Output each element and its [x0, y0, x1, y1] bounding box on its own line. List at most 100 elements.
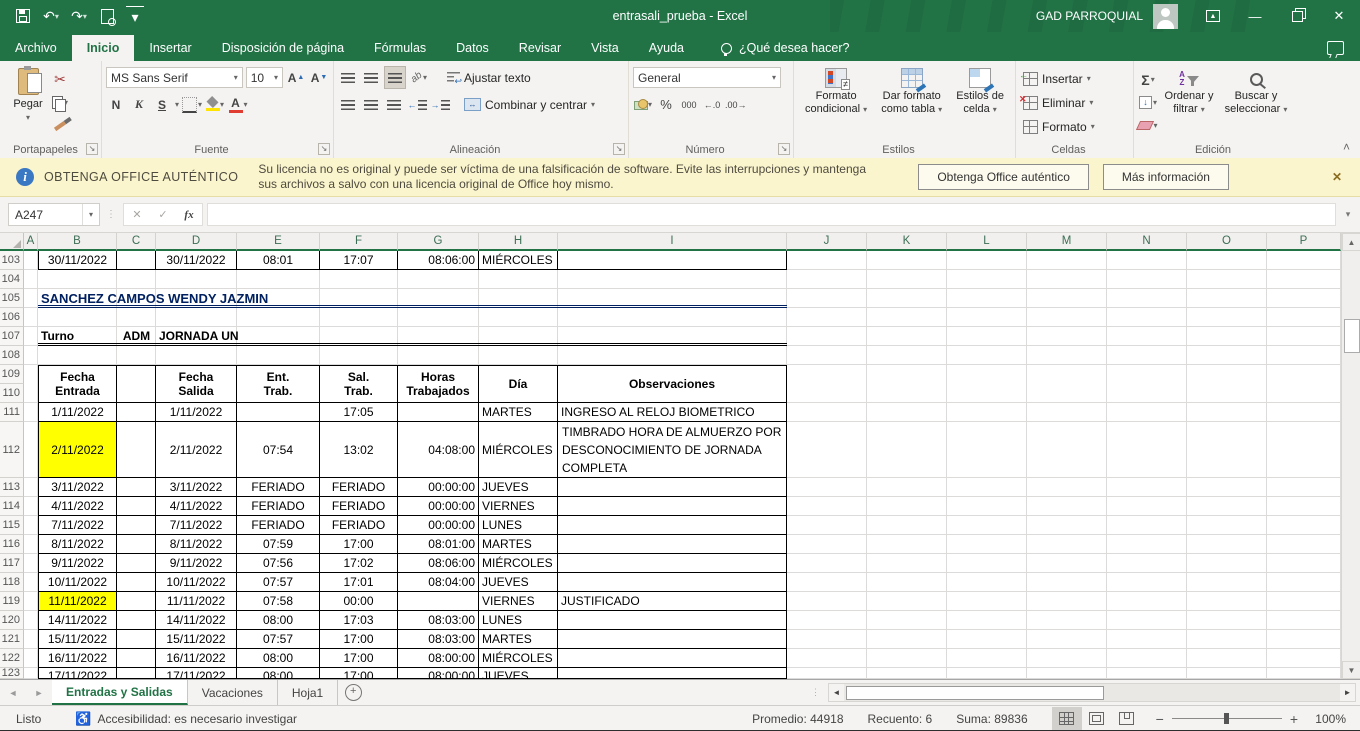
cell-D116[interactable]: 8/11/2022 — [156, 535, 237, 554]
row-header-117[interactable]: 117 — [0, 554, 24, 573]
align-left-button[interactable] — [338, 94, 358, 115]
cell-I114[interactable] — [558, 497, 787, 516]
cell-L103[interactable] — [947, 251, 1027, 270]
cell-F109[interactable]: Sal. Trab. — [320, 365, 398, 403]
cell-K122[interactable] — [867, 649, 947, 668]
cell-B117[interactable]: 9/11/2022 — [38, 554, 117, 573]
cell-I103[interactable] — [558, 251, 787, 270]
account-name[interactable]: GAD PARROQUIAL — [1036, 9, 1143, 23]
cell-L115[interactable] — [947, 516, 1027, 535]
cell-D108[interactable] — [156, 346, 237, 365]
cell-G113[interactable]: 00:00:00 — [398, 478, 479, 497]
cut-button[interactable]: ✂ — [50, 69, 70, 90]
format-cells-button[interactable]: Formato▾ — [1020, 116, 1098, 138]
row-header-118[interactable]: 118 — [0, 573, 24, 592]
column-header-A[interactable]: A — [24, 233, 38, 251]
cell-G116[interactable]: 08:01:00 — [398, 535, 479, 554]
normal-view-button[interactable] — [1052, 707, 1082, 731]
decrease-decimal-button[interactable]: .00→ — [725, 94, 747, 115]
cell-H106[interactable] — [479, 308, 558, 327]
cell-B111[interactable]: 1/11/2022 — [38, 403, 117, 422]
tab-splitter[interactable]: ⋮ — [811, 680, 820, 705]
cell-G111[interactable] — [398, 403, 479, 422]
cell-N108[interactable] — [1107, 346, 1187, 365]
increase-indent-button[interactable]: → — [430, 94, 450, 115]
feedback-icon[interactable] — [1327, 41, 1344, 55]
ribbon-tab-vista[interactable]: Vista — [576, 35, 634, 61]
get-genuine-office-button[interactable]: Obtenga Office auténtico — [918, 164, 1089, 190]
cell-L114[interactable] — [947, 497, 1027, 516]
cell-N106[interactable] — [1107, 308, 1187, 327]
cell-P106[interactable] — [1267, 308, 1341, 327]
cell-K108[interactable] — [867, 346, 947, 365]
cell-N115[interactable] — [1107, 516, 1187, 535]
zoom-in-icon[interactable]: + — [1290, 711, 1298, 727]
cell-A115[interactable] — [24, 516, 38, 535]
cell-M119[interactable] — [1027, 592, 1107, 611]
learn-more-button[interactable]: Más información — [1103, 164, 1229, 190]
cell-O122[interactable] — [1187, 649, 1267, 668]
column-header-G[interactable]: G — [398, 233, 479, 251]
row-header-115[interactable]: 115 — [0, 516, 24, 535]
cell-J121[interactable] — [787, 630, 867, 649]
cell-F111[interactable]: 17:05 — [320, 403, 398, 422]
cell-A106[interactable] — [24, 308, 38, 327]
row-header-105[interactable]: 105 — [0, 289, 24, 308]
cell-K113[interactable] — [867, 478, 947, 497]
cell-O103[interactable] — [1187, 251, 1267, 270]
column-header-I[interactable]: I — [558, 233, 787, 251]
cell-J112[interactable] — [787, 422, 867, 478]
cell-D112[interactable]: 2/11/2022 — [156, 422, 237, 478]
cell-E115[interactable]: FERIADO — [237, 516, 320, 535]
cell-F119[interactable]: 00:00 — [320, 592, 398, 611]
clear-button[interactable]: ▾ — [1138, 115, 1158, 136]
cell-M121[interactable] — [1027, 630, 1107, 649]
font-dialog-launcher[interactable]: ↘ — [318, 143, 330, 155]
scroll-right-icon[interactable]: ► — [1340, 684, 1355, 701]
cell-H112[interactable]: MIÉRCOLES — [479, 422, 558, 478]
cell-E112[interactable]: 07:54 — [237, 422, 320, 478]
cell-F113[interactable]: FERIADO — [320, 478, 398, 497]
cell-I117[interactable] — [558, 554, 787, 573]
cell-G123[interactable]: 08:00:00 — [398, 668, 479, 679]
column-header-O[interactable]: O — [1187, 233, 1267, 251]
delete-cells-button[interactable]: ✕Eliminar▾ — [1020, 92, 1098, 114]
zoom-slider-knob[interactable] — [1224, 713, 1229, 724]
cell-K123[interactable] — [867, 668, 947, 679]
close-button[interactable]: ✕ — [1318, 0, 1360, 32]
cell-H121[interactable]: MARTES — [479, 630, 558, 649]
cell-K116[interactable] — [867, 535, 947, 554]
cell-N103[interactable] — [1107, 251, 1187, 270]
cell-B119[interactable]: 11/11/2022 — [38, 592, 117, 611]
cell-D123[interactable]: 17/11/2022 — [156, 668, 237, 679]
column-header-F[interactable]: F — [320, 233, 398, 251]
decrease-font-button[interactable]: A▼ — [309, 67, 329, 88]
cell-O115[interactable] — [1187, 516, 1267, 535]
column-header-N[interactable]: N — [1107, 233, 1187, 251]
row-header-109[interactable]: 109 — [0, 365, 24, 384]
cell-K120[interactable] — [867, 611, 947, 630]
row-header-119[interactable]: 119 — [0, 592, 24, 611]
cell-C116[interactable] — [117, 535, 156, 554]
cell-P121[interactable] — [1267, 630, 1341, 649]
ribbon-tab-insertar[interactable]: Insertar — [134, 35, 206, 61]
column-header-L[interactable]: L — [947, 233, 1027, 251]
cell-H108[interactable] — [479, 346, 558, 365]
cell-E122[interactable]: 08:00 — [237, 649, 320, 668]
decrease-indent-button[interactable]: ← — [407, 94, 427, 115]
cell-G108[interactable] — [398, 346, 479, 365]
vertical-scroll-thumb[interactable] — [1344, 319, 1360, 353]
horizontal-scroll-thumb[interactable] — [846, 686, 1104, 700]
cell-H109[interactable]: Día — [479, 365, 558, 403]
cell-F123[interactable]: 17:00 — [320, 668, 398, 679]
cell-C115[interactable] — [117, 516, 156, 535]
cell-J115[interactable] — [787, 516, 867, 535]
cell-B123[interactable]: 17/11/2022 — [38, 668, 117, 679]
cell-A112[interactable] — [24, 422, 38, 478]
cell-B121[interactable]: 15/11/2022 — [38, 630, 117, 649]
cell-C122[interactable] — [117, 649, 156, 668]
cell-N111[interactable] — [1107, 403, 1187, 422]
cell-J117[interactable] — [787, 554, 867, 573]
zoom-out-icon[interactable]: − — [1156, 711, 1164, 727]
cell-P118[interactable] — [1267, 573, 1341, 592]
